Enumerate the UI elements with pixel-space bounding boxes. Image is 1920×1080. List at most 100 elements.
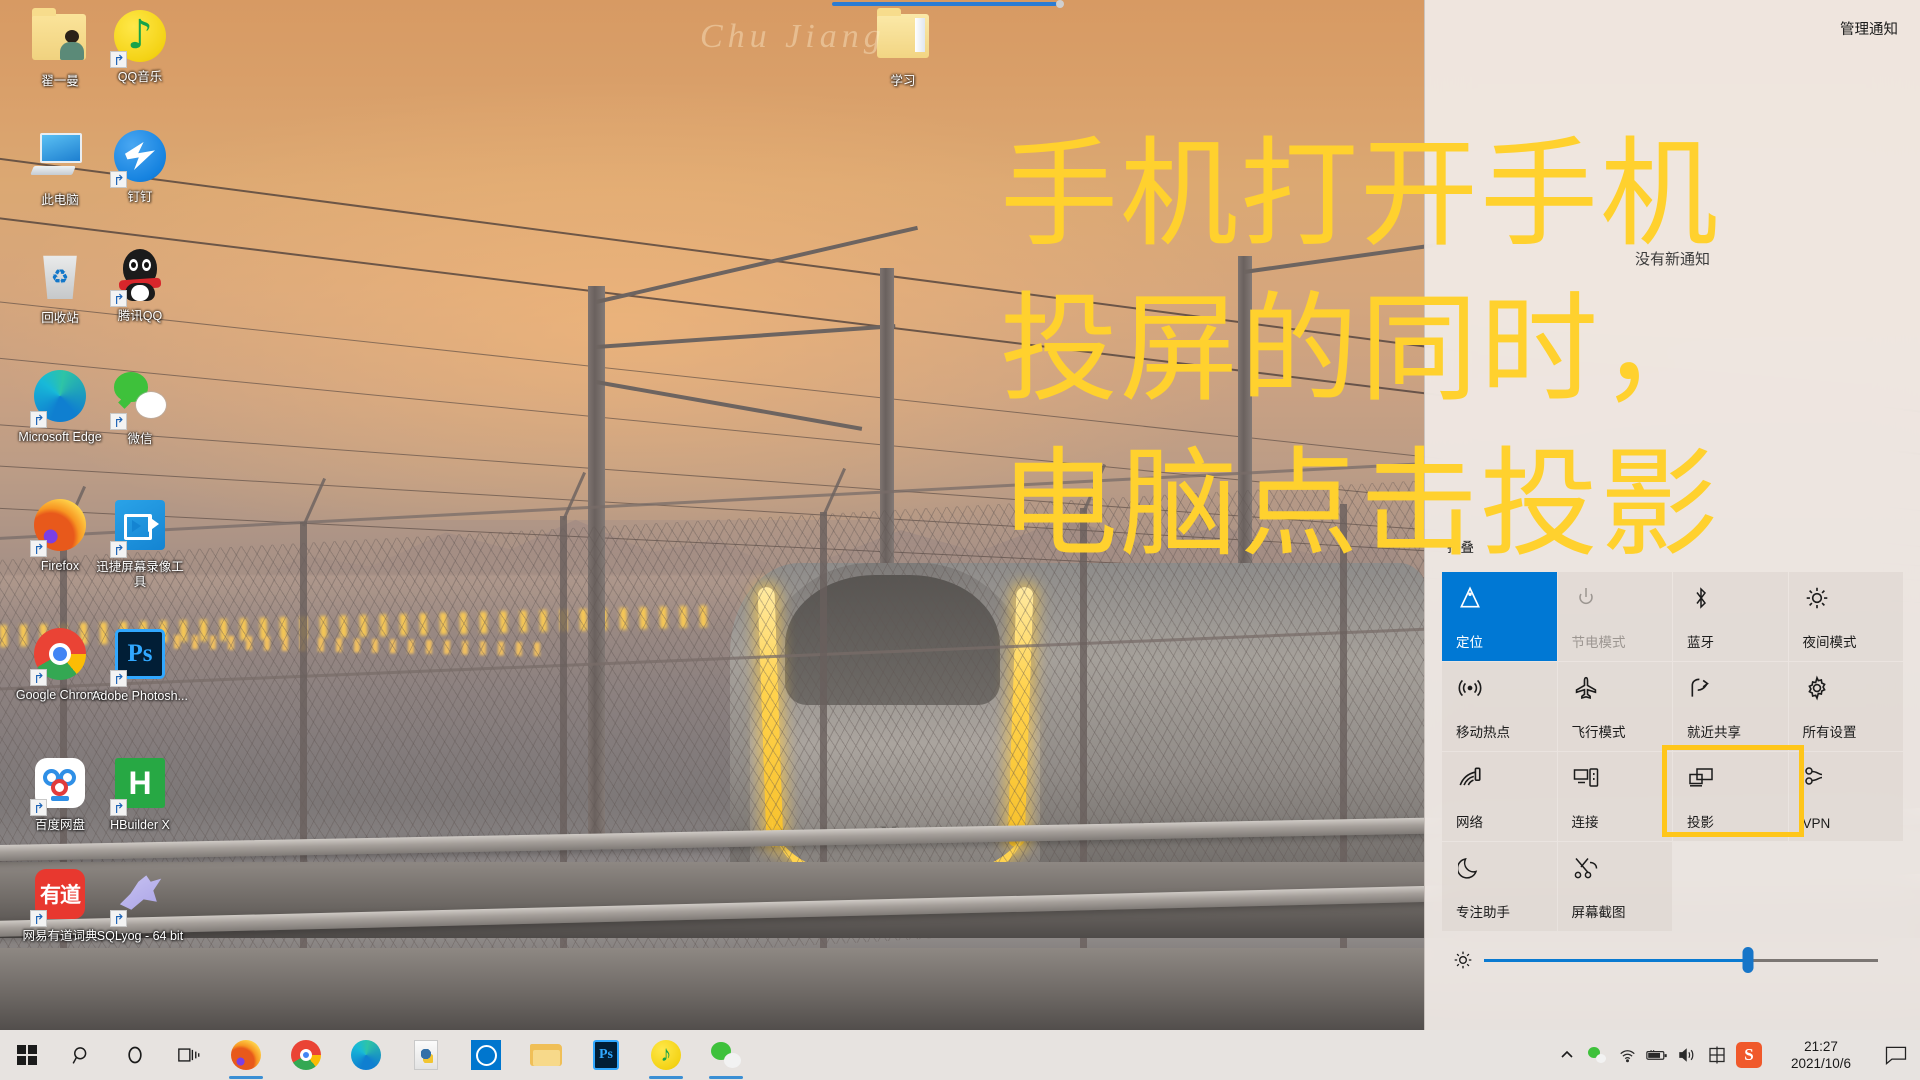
qqmusic-icon (651, 1040, 681, 1070)
brightness-track[interactable] (1484, 947, 1878, 973)
quick-action-connect[interactable]: 连接 (1557, 752, 1672, 841)
quick-action-label: 连接 (1571, 815, 1599, 830)
taskbar-app-tb-qqmusic[interactable] (636, 1030, 696, 1080)
taskbar-app-tb-explorer[interactable] (516, 1030, 576, 1080)
wifi-icon (1456, 764, 1484, 792)
wifi-icon (1619, 1050, 1635, 1063)
shortcut-arrow-icon (110, 541, 127, 558)
quick-action-label: 专注助手 (1456, 905, 1510, 920)
desktop-icon-sqlyog[interactable]: SQLyog - 64 bit (92, 866, 188, 944)
quick-action-screen-snip[interactable]: 屏幕截图 (1557, 842, 1672, 931)
taskbar-app-tb-wechat[interactable] (696, 1030, 756, 1080)
quick-action-label: 蓝牙 (1687, 635, 1714, 650)
shortcut-arrow-icon (30, 540, 47, 557)
taskbar-app-tb-chrome[interactable] (276, 1030, 336, 1080)
tray-expand-button[interactable] (1552, 1048, 1582, 1062)
cortana-icon (128, 1046, 142, 1064)
fence-barb (562, 471, 587, 521)
shortcut-arrow-icon (110, 670, 127, 687)
tray-sogou-button[interactable]: S (1732, 1042, 1766, 1068)
manage-notifications-link[interactable]: 管理通知 (1840, 18, 1898, 39)
shortcut-arrow-icon (30, 669, 47, 686)
quick-action-label: 定位 (1456, 635, 1483, 650)
hbuilder-icon: H (110, 758, 168, 816)
action-center-button[interactable] (1876, 1046, 1916, 1065)
quick-action-label: 节电模式 (1571, 635, 1626, 650)
quick-action-label: 飞行模式 (1571, 725, 1626, 740)
vpn-icon (1803, 764, 1831, 792)
start-button[interactable] (0, 1030, 54, 1080)
tray-ime-button[interactable] (1702, 1046, 1732, 1064)
hotspot-icon (1456, 674, 1484, 702)
location-icon (1456, 584, 1484, 612)
quick-action-night-light[interactable]: 夜间模式 (1788, 572, 1903, 661)
desktop-icon-hbuilder-x[interactable]: H HBuilder X (92, 755, 188, 833)
dell-icon (471, 1040, 501, 1070)
clock-date: 2021/10/6 (1790, 1056, 1852, 1071)
bluetooth-icon (1687, 584, 1715, 612)
baidu-icon (30, 758, 88, 816)
desktop-icon-label: 学习 (890, 74, 916, 88)
quick-action-label: 夜间模式 (1802, 635, 1857, 650)
tray-wifi-button[interactable] (1612, 1047, 1642, 1063)
ime-icon (1709, 1046, 1725, 1064)
ps-icon: Ps (593, 1040, 619, 1070)
desktop-icon-qq-music[interactable]: QQ音乐 (92, 8, 188, 85)
airplane-icon (1572, 674, 1600, 702)
taskbar-app-tb-photoshop[interactable]: Ps (576, 1030, 636, 1080)
gear-icon (1803, 674, 1831, 702)
quick-action-empty-slot (1673, 842, 1788, 931)
desktop-icon-label: 迅捷屏幕录像工具 (96, 560, 184, 589)
taskbar-app-tb-firefox[interactable] (216, 1030, 276, 1080)
quick-actions-grid: 定位 节电模式 蓝牙 夜间模式移动热点 飞行模式 就近共享 所有设置网络 连接 投影 VPN 专注助… (1442, 572, 1904, 932)
desktop-icon-xunjie-recorder[interactable]: 迅捷屏幕录像工具 (92, 497, 188, 590)
quick-action-label: 屏幕截图 (1571, 905, 1626, 920)
taskbar-apps: Ps (216, 1030, 756, 1080)
desktop-icon-label: 腾讯QQ (117, 309, 163, 323)
cortana-button[interactable] (108, 1030, 162, 1080)
quick-action-label: 投影 (1687, 815, 1714, 830)
brightness-thumb[interactable] (1742, 947, 1754, 973)
chevron-up-icon (1561, 1050, 1573, 1058)
taskbar-clock[interactable]: 21:27 2021/10/6 (1766, 1038, 1876, 1072)
brightness-slider[interactable] (1442, 940, 1904, 980)
search-button[interactable] (54, 1030, 108, 1080)
taskbar: Ps ♪ S 21:27 2021/10/6 (0, 1030, 1920, 1080)
quick-action-battery-saver[interactable]: 节电模式 (1557, 572, 1672, 661)
wallpaper-watermark: Chu Jiang (700, 18, 886, 55)
quick-action-nearby-sharing[interactable]: 就近共享 (1673, 662, 1788, 751)
quick-action-airplane-mode[interactable]: 飞行模式 (1557, 662, 1672, 751)
quick-action-focus-assist[interactable]: 专注助手 (1442, 842, 1557, 931)
shortcut-arrow-icon (110, 799, 127, 816)
collapse-quick-actions-button[interactable]: 折叠 (1447, 536, 1474, 556)
quick-action-project[interactable]: 投影 (1673, 752, 1788, 841)
quick-action-location[interactable]: 定位 (1442, 572, 1557, 661)
taskbar-app-tb-pycharm[interactable] (396, 1030, 456, 1080)
desktop-screen: M Chu Jiang 翟一曼QQ音乐此电脑钉钉回收站腾讯Q (0, 0, 1920, 1080)
tray-volume-button[interactable] (1672, 1047, 1702, 1063)
quick-action-label: 就近共享 (1687, 725, 1741, 740)
taskbar-app-tb-edge[interactable] (336, 1030, 396, 1080)
desktop-icon-wechat[interactable]: 微信 (92, 368, 188, 447)
ps-icon: Ps (110, 629, 168, 687)
desktop-icon-label: HBuilder X (110, 818, 170, 832)
desktop-icon-tencent-qq[interactable]: 腾讯QQ (92, 248, 188, 324)
tray-battery-button[interactable] (1642, 1048, 1672, 1062)
quick-action-vpn[interactable]: VPN (1788, 752, 1903, 841)
quick-action-bluetooth[interactable]: 蓝牙 (1673, 572, 1788, 661)
quick-action-all-settings[interactable]: 所有设置 (1788, 662, 1903, 751)
shortcut-arrow-icon (30, 799, 47, 816)
battery-saver-icon (1572, 584, 1600, 612)
task-view-button[interactable] (162, 1030, 216, 1080)
desktop-icon-adobe-photoshop[interactable]: Ps Adobe Photosh... (92, 626, 188, 704)
taskbar-app-tb-dell[interactable] (456, 1030, 516, 1080)
qqmusic-icon (110, 10, 168, 68)
desktop-icon-dingtalk[interactable]: 钉钉 (92, 128, 188, 205)
brightness-fill (1484, 958, 1748, 962)
desktop-icon-label: SQLyog - 64 bit (96, 929, 184, 943)
quick-action-network[interactable]: 网络 (1442, 752, 1557, 841)
action-center-icon (1885, 1046, 1907, 1065)
doc-icon (414, 1040, 438, 1070)
quick-action-mobile-hotspot[interactable]: 移动热点 (1442, 662, 1557, 751)
tray-wechat-icon[interactable] (1582, 1047, 1612, 1063)
